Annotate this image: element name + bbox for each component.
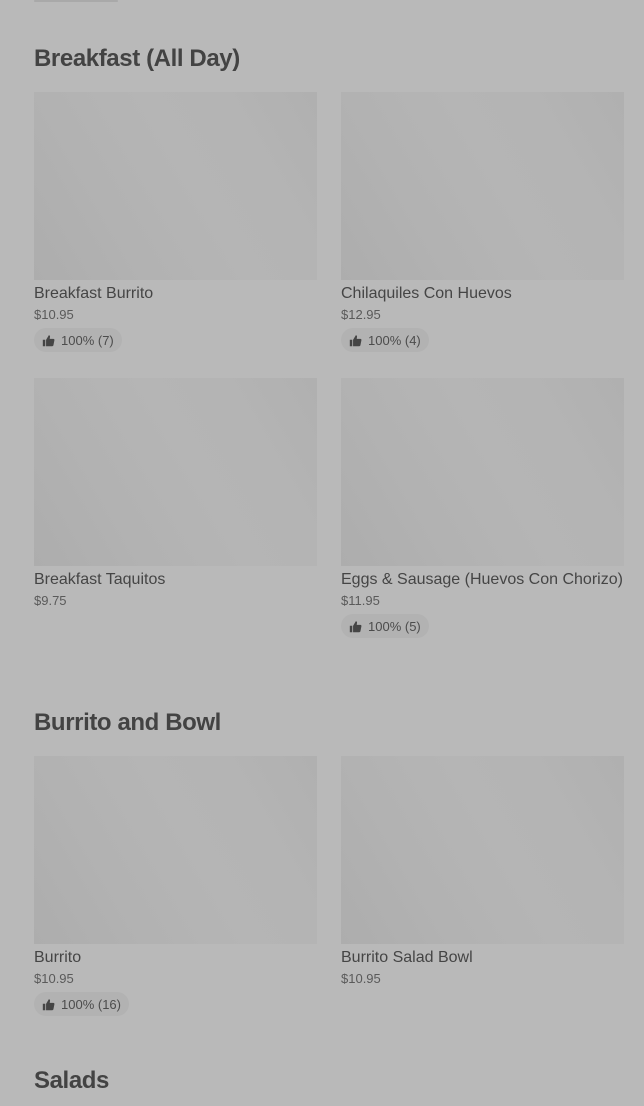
menu-item-card[interactable]: Burrito Salad Bowl $10.95 — [341, 756, 624, 987]
menu-item-name: Chilaquiles Con Huevos — [341, 285, 512, 302]
menu-item-card[interactable]: Breakfast Burrito $10.95 100% (7) — [34, 92, 317, 352]
menu-item-card[interactable]: Chilaquiles Con Huevos $12.95 100% (4) — [341, 92, 624, 352]
rating-text: 100% (4) — [368, 332, 421, 348]
rating-badge: 100% (16) — [34, 992, 129, 1016]
menu-item-name: Burrito Salad Bowl — [341, 949, 473, 966]
rating-text: 100% (5) — [368, 618, 421, 634]
thumbs-up-icon — [42, 998, 55, 1011]
menu-item-image[interactable] — [341, 378, 624, 566]
menu-item-card[interactable]: Eggs & Sausage (Huevos Con Chorizo) $11.… — [341, 378, 624, 638]
menu-item-price: $11.95 — [341, 593, 380, 608]
rating-badge: 100% (7) — [34, 328, 122, 352]
menu-item-card[interactable]: Breakfast Taquitos $9.75 — [34, 378, 317, 609]
menu-item-name: Burrito — [34, 949, 82, 966]
top-divider — [34, 0, 118, 2]
rating-badge: 100% (5) — [341, 614, 429, 638]
section-title: Salads — [34, 1067, 109, 1094]
menu-item-price: $10.95 — [341, 971, 381, 986]
menu-item-price: $10.95 — [34, 307, 74, 322]
menu-item-image[interactable] — [34, 756, 317, 944]
thumbs-up-icon — [42, 334, 55, 347]
menu-item-price: $9.75 — [34, 593, 67, 608]
menu-item-image[interactable] — [34, 92, 317, 280]
menu-item-card[interactable]: Burrito $10.95 100% (16) — [34, 756, 317, 1016]
menu-item-name: Breakfast Taquitos — [34, 571, 166, 588]
menu-item-price: $10.95 — [34, 971, 74, 986]
rating-text: 100% (7) — [61, 332, 114, 348]
section-title: Burrito and Bowl — [34, 709, 221, 736]
thumbs-up-icon — [349, 620, 362, 633]
rating-badge: 100% (4) — [341, 328, 429, 352]
menu-item-price: $12.95 — [341, 307, 381, 322]
menu-item-image[interactable] — [341, 756, 624, 944]
menu-item-image[interactable] — [341, 92, 624, 280]
menu-item-name: Eggs & Sausage (Huevos Con Chorizo) — [341, 571, 623, 588]
thumbs-up-icon — [349, 334, 362, 347]
section-title: Breakfast (All Day) — [34, 45, 240, 72]
menu-item-name: Breakfast Burrito — [34, 285, 154, 302]
menu-item-image[interactable] — [34, 378, 317, 566]
rating-text: 100% (16) — [61, 996, 121, 1012]
